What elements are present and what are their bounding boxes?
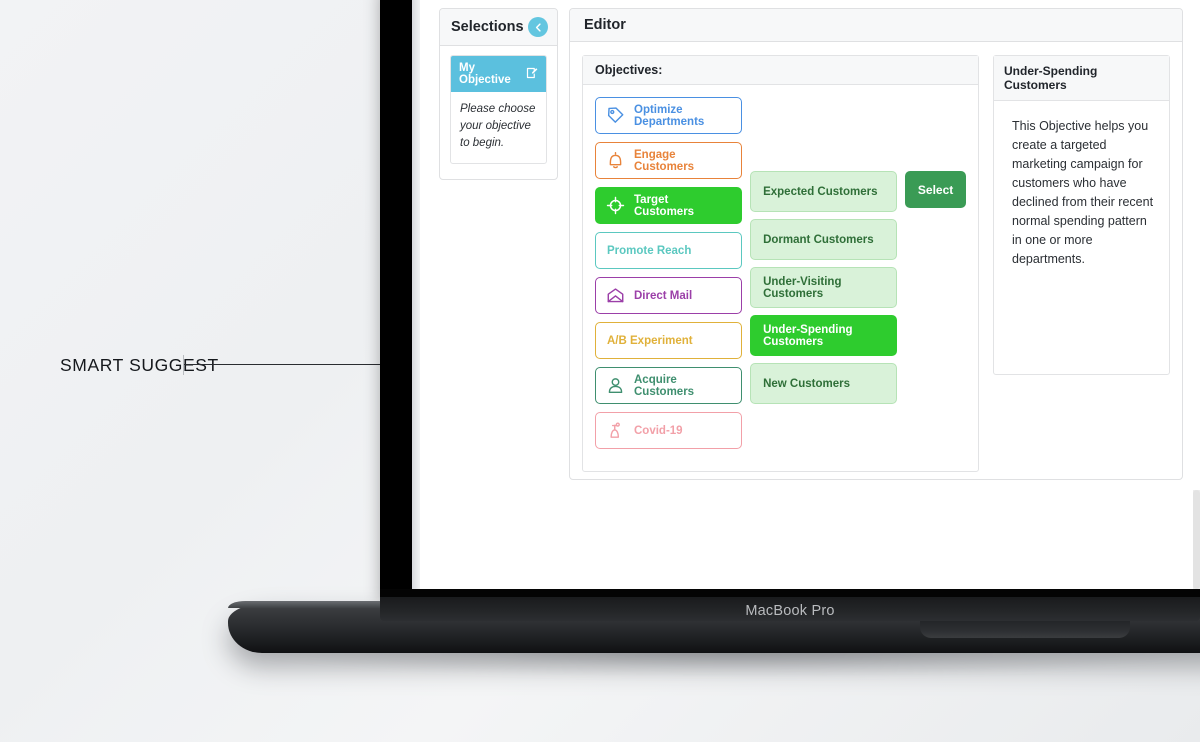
objectives-box: Objectives: Optimize Departments Engage C… (582, 55, 979, 472)
select-button[interactable]: Select (905, 171, 966, 208)
lid-left-gap (412, 0, 420, 589)
objective-button[interactable]: Promote Reach (595, 232, 743, 269)
objective-button[interactable]: Acquire Customers (595, 367, 743, 404)
annotation-tick (183, 355, 184, 375)
edit-square-icon[interactable] (526, 67, 538, 82)
objective-button[interactable]: Engage Customers (595, 142, 743, 179)
objective-label: Acquire Customers (634, 373, 695, 398)
objective-button[interactable]: Optimize Departments (595, 97, 743, 134)
price-tag-icon (606, 106, 625, 125)
objectives-grid: Optimize Departments Engage Customers Targ… (583, 85, 978, 471)
secondary-objective-label: Dormant Customers (763, 233, 874, 246)
objective-label: Covid-19 (634, 424, 683, 437)
objective-label: A/B Experiment (607, 334, 693, 347)
secondary-objective-label: New Customers (763, 377, 851, 390)
secondary-objective-label: Under-Spending Customers (763, 323, 853, 348)
editor-header: Editor (570, 9, 1182, 42)
objective-info-body: This Objective helps you create a target… (1012, 119, 1154, 266)
objective-info-panel: Under-Spending Customers This Objective … (993, 55, 1170, 375)
editor-body: Objectives: Optimize Departments Engage C… (570, 42, 1182, 485)
primary-objectives-column: Optimize Departments Engage Customers Targ… (595, 97, 743, 457)
secondary-objective-button[interactable]: Dormant Customers (750, 219, 898, 260)
crosshair-icon (606, 196, 625, 215)
my-objective-title: My Objective (459, 62, 511, 86)
secondary-objective-button[interactable]: New Customers (750, 363, 898, 404)
secondary-objective-label: Under-Visiting Customers (763, 275, 842, 300)
my-objective-card[interactable]: My Objective Please choose your objectiv… (450, 55, 547, 164)
objective-label: Promote Reach (607, 244, 692, 257)
secondary-objective-button[interactable]: Under-Spending Customers (750, 315, 898, 356)
base-notch (920, 621, 1130, 638)
chevron-left-icon[interactable] (528, 17, 548, 37)
virus-person-icon (606, 421, 625, 440)
scrollbar-thumb[interactable] (1193, 490, 1200, 589)
objectives-title: Objectives: (583, 56, 978, 85)
objective-info-title: Under-Spending Customers (994, 56, 1169, 101)
secondary-objective-button[interactable]: Under-Visiting Customers (750, 267, 898, 308)
screen-scrollbar[interactable] (1193, 490, 1200, 589)
bell-icon (606, 151, 625, 170)
annotation-label: SMART SUGGEST (60, 354, 219, 375)
objective-label: Optimize Departments (634, 103, 705, 128)
secondary-objectives-column: Expected Customers Dormant Customers Under… (750, 97, 898, 457)
editor-panel: Editor Objectives: Optimize Departments E… (569, 8, 1183, 480)
annotation-smart-suggest: SMART SUGGEST (60, 350, 219, 380)
objective-label: Engage Customers (634, 148, 695, 173)
selections-header: Selections (440, 9, 557, 46)
my-objective-body: Please choose your objective to begin. (460, 103, 536, 149)
action-column: Select (905, 97, 966, 457)
objective-button[interactable]: Target Customers (595, 187, 743, 224)
open-envelope-icon (606, 286, 625, 305)
my-objective-header: My Objective (451, 56, 546, 92)
objective-button[interactable]: Direct Mail (595, 277, 743, 314)
objective-button[interactable]: A/B Experiment (595, 322, 743, 359)
secondary-objective-label: Expected Customers (763, 185, 878, 198)
selections-panel: Selections My Objective Please choose yo… (439, 8, 558, 180)
objective-button[interactable]: Covid-19 (595, 412, 743, 449)
objective-label: Target Customers (634, 193, 695, 218)
secondary-objective-button[interactable]: Expected Customers (750, 171, 898, 212)
selections-title: Selections (451, 19, 524, 35)
macbook-pro-label: MacBook Pro (745, 603, 835, 619)
user-icon (606, 376, 625, 395)
laptop-screen: Selections My Objective Please choose yo… (420, 0, 1200, 589)
editor-title: Editor (584, 17, 626, 33)
objective-label: Direct Mail (634, 289, 693, 302)
screenshot-stage: SMART SUGGEST Selections My Objective Pl… (0, 0, 1200, 742)
